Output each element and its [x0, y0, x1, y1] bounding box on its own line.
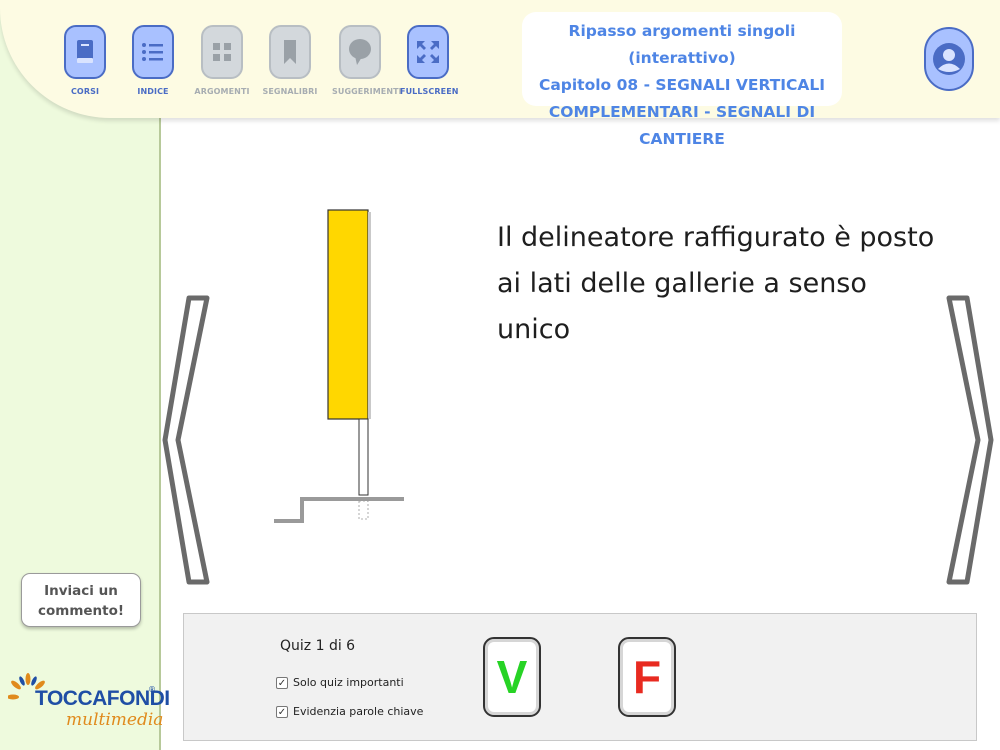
- user-account-button[interactable]: [924, 27, 974, 91]
- nav-segnalibri-tile: [269, 25, 311, 79]
- nav-indice-button[interactable]: INDICE: [125, 25, 181, 96]
- quiz-counter: Quiz 1 di 6: [280, 638, 356, 654]
- fullscreen-icon: [417, 41, 439, 63]
- nav-fullscreen-button[interactable]: FULLSCREEN: [400, 25, 459, 96]
- previous-question-arrow[interactable]: [162, 295, 210, 585]
- book-icon: [77, 40, 93, 63]
- option-important-only-label: Solo quiz importanti: [293, 676, 404, 689]
- nav-suggerimenti-label: SUGGERIMENTI: [332, 87, 402, 96]
- chapter-line-2: Capitolo 08 - SEGNALI VERTICALI: [538, 76, 826, 94]
- nav-argomenti-label: ARGOMENTI: [194, 87, 250, 96]
- nav-suggerimenti-tile: [339, 25, 381, 79]
- nav-indice-tile: [132, 25, 174, 79]
- nav-corsi-button[interactable]: CORSI: [57, 25, 113, 96]
- bookmark-icon: [284, 40, 296, 64]
- checkbox-highlight-keywords[interactable]: ✓: [276, 705, 288, 718]
- speech-bubble-icon: [349, 39, 371, 65]
- delineator-illustration: [274, 209, 404, 523]
- next-question-arrow[interactable]: [946, 295, 994, 585]
- answer-false-button[interactable]: F: [618, 637, 676, 717]
- nav-indice-label: INDICE: [137, 87, 169, 96]
- option-important-only[interactable]: ✓ Solo quiz importanti: [276, 676, 404, 689]
- chapter-line-1: Ripasso argomenti singoli (interattivo): [568, 22, 796, 67]
- nav-corsi-label: CORSI: [70, 87, 100, 96]
- logo-registered-mark: ®: [148, 685, 156, 694]
- nav-segnalibri-button[interactable]: SEGNALIBRI: [262, 25, 318, 96]
- grid-icon: [213, 43, 231, 61]
- answer-true-button[interactable]: V: [483, 637, 541, 717]
- nav-argomenti-button[interactable]: ARGOMENTI: [194, 25, 250, 96]
- nav-segnalibri-label: SEGNALIBRI: [262, 87, 318, 96]
- question-text: Il delineatore raffigurato è posto ai la…: [497, 222, 935, 345]
- logo-multimedia-text: multimedia: [66, 710, 164, 730]
- option-highlight-keywords[interactable]: ✓ Evidenzia parole chiave: [276, 705, 423, 718]
- user-avatar-icon: [933, 43, 965, 75]
- chapter-title-box: Ripasso argomenti singoli (interattivo) …: [522, 12, 842, 148]
- option-highlight-keywords-label: Evidenzia parole chiave: [293, 705, 424, 718]
- nav-corsi-tile: [64, 25, 106, 79]
- chapter-line-3: COMPLEMENTARI - SEGNALI DI CANTIERE: [548, 103, 816, 148]
- send-comment-button[interactable]: Inviaci un commento!: [21, 573, 141, 627]
- toccafondi-logo[interactable]: TOCCAFONDI ® multimedia: [8, 673, 170, 739]
- nav-argomenti-tile: [201, 25, 243, 79]
- nav-suggerimenti-button[interactable]: SUGGERIMENTI: [332, 25, 402, 96]
- nav-fullscreen-label: FULLSCREEN: [400, 87, 459, 96]
- top-header: CORSI INDICE ARGOMENTI SEGNALIBRI SUGGER…: [0, 0, 1000, 148]
- checkbox-important-only[interactable]: ✓: [276, 676, 288, 689]
- nav-fullscreen-tile: [407, 25, 449, 79]
- list-icon: [142, 43, 163, 61]
